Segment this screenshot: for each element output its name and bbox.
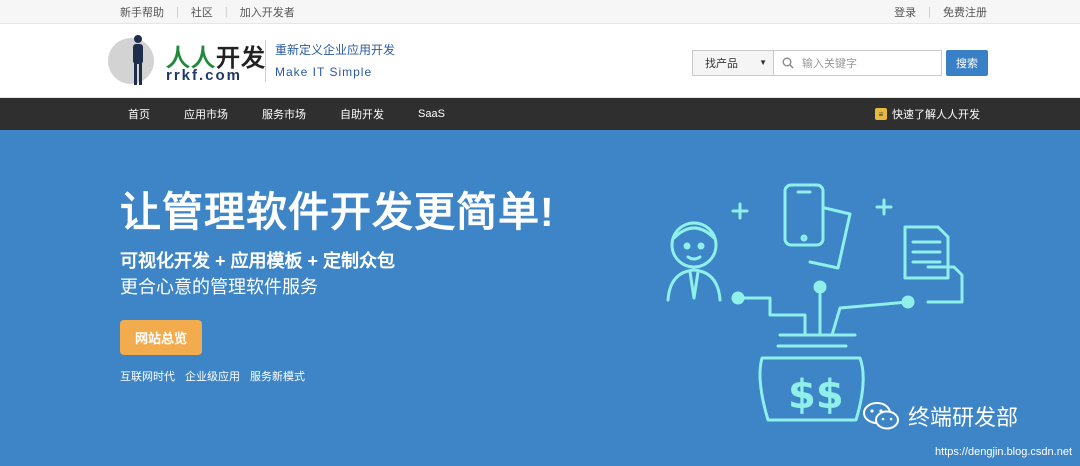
plus-icon — [875, 198, 893, 216]
register-link[interactable]: 免费注册 — [943, 4, 987, 20]
money-box-icon: $$ — [758, 344, 865, 422]
watermark-url: https://dengjin.blog.csdn.net — [935, 446, 1072, 458]
watermark-text: 终端研发部 — [908, 405, 1019, 430]
main-nav: 首页 应用市场 服务市场 自助开发 SaaS ≡ 快速了解人人开发 — [0, 98, 1080, 130]
login-link[interactable]: 登录 — [894, 4, 916, 20]
book-icon: ≡ — [875, 108, 887, 120]
divider: | — [176, 6, 179, 18]
divider: | — [224, 6, 228, 18]
search-category-select[interactable]: 找产品 ▼ — [692, 50, 774, 76]
divider: | — [928, 6, 931, 18]
phone-icon — [783, 183, 852, 270]
hero-title: 让管理软件开发更简单! — [120, 189, 555, 235]
watermark: 终端研发部 — [862, 400, 1018, 432]
nav-saas[interactable]: SaaS — [418, 108, 445, 120]
community-link[interactable]: 社区 — [191, 4, 213, 20]
tag-internet-era: 互联网时代 — [120, 371, 175, 383]
nav-home[interactable]: 首页 — [128, 106, 150, 122]
slogan-cn: 重新定义企业应用开发 — [275, 43, 396, 57]
plus-icon — [731, 202, 749, 220]
quick-intro-label: 快速了解人人开发 — [892, 109, 980, 121]
developer-figure-icon — [666, 221, 722, 302]
document-icon — [903, 225, 964, 304]
hero-subtitle: 可视化开发 + 应用模板 + 定制众包 — [120, 251, 396, 271]
person-icon — [133, 35, 143, 85]
top-bar: 新手帮助 | 社区 | 加入开发者 登录 | 免费注册 — [0, 0, 1080, 24]
wechat-icon — [863, 402, 899, 430]
tag-service-model: 服务新模式 — [250, 371, 305, 383]
search-button[interactable]: 搜索 — [946, 50, 988, 76]
nav-service-market[interactable]: 服务市场 — [262, 106, 306, 122]
connector-lines — [731, 280, 915, 337]
search-category-label: 找产品 — [705, 58, 738, 70]
account-links: 登录 | 免费注册 — [894, 0, 987, 24]
search-bar: 找产品 ▼ 输入关键字 搜索 — [692, 50, 988, 76]
search-icon — [782, 57, 794, 69]
site-overview-button[interactable]: 网站总览 — [120, 320, 202, 355]
search-input[interactable]: 输入关键字 — [774, 50, 942, 76]
brand-domain: rrkf.com — [166, 67, 243, 84]
nav-items: 首页 应用市场 服务市场 自助开发 SaaS — [120, 98, 479, 130]
top-links: 新手帮助 | 社区 | 加入开发者 — [120, 0, 295, 24]
nav-self-develop[interactable]: 自助开发 — [340, 106, 384, 122]
slogan-en: Make IT Simple — [275, 65, 373, 79]
search-placeholder: 输入关键字 — [802, 58, 857, 70]
help-link[interactable]: 新手帮助 — [120, 4, 164, 20]
site-header: 人人开发 rrkf.com 重新定义企业应用开发 Make IT Simple … — [0, 24, 1080, 98]
site-logo[interactable]: 人人开发 rrkf.com — [108, 34, 268, 90]
slogan: 重新定义企业应用开发 Make IT Simple — [265, 40, 395, 82]
join-developer-link[interactable]: 加入开发者 — [240, 4, 295, 20]
nav-app-market[interactable]: 应用市场 — [184, 106, 228, 122]
hero-tagline: 更合心意的管理软件服务 — [120, 277, 318, 297]
hero-tags: 互联网时代 企业级应用 服务新模式 — [120, 368, 315, 384]
svg-text:$$: $$ — [788, 372, 844, 418]
quick-intro-link[interactable]: ≡ 快速了解人人开发 — [875, 98, 980, 130]
tag-enterprise-app: 企业级应用 — [185, 371, 240, 383]
caret-down-icon: ▼ — [759, 58, 767, 67]
hero-banner: 让管理软件开发更简单! 可视化开发 + 应用模板 + 定制众包 更合心意的管理软… — [0, 130, 1080, 466]
